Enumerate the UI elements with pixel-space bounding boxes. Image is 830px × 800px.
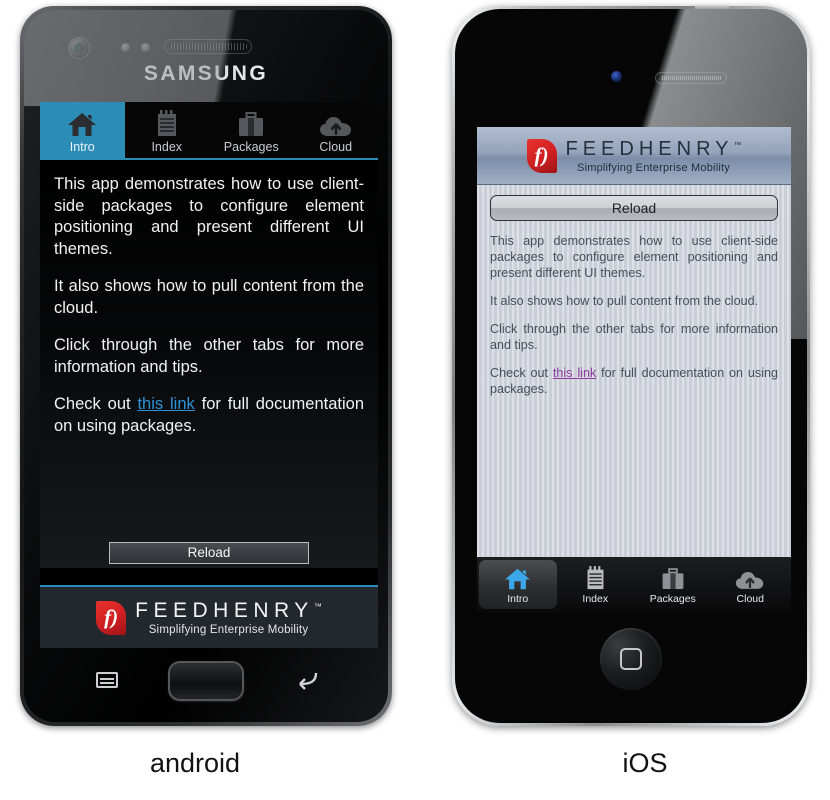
tab-index[interactable]: Index	[557, 560, 635, 609]
tab-index[interactable]: Index	[125, 102, 210, 158]
front-camera-icon	[68, 37, 90, 59]
feedhenry-wordmark: FEEDHENRY™ Simplifying Enterprise Mobili…	[566, 138, 742, 174]
reload-button[interactable]: Reload	[109, 542, 309, 564]
tab-cloud-label: Cloud	[319, 140, 353, 154]
list-icon	[584, 564, 607, 591]
list-icon	[154, 108, 180, 138]
home-icon	[67, 108, 97, 138]
android-footer: f) FEEDHENRY™ Simplifying Enterprise Mob…	[40, 587, 378, 648]
feedhenry-logo-icon: f)	[96, 600, 127, 635]
caption-android: android	[149, 748, 241, 778]
earpiece-speaker-icon	[655, 72, 727, 84]
tab-index-label: Index	[151, 140, 183, 154]
paragraph-tabs: Click through the other tabs for more in…	[490, 322, 778, 352]
front-camera-icon	[611, 71, 622, 82]
brand-name-text: FEEDHENRY	[135, 599, 314, 622]
logo-glyph: f)	[534, 143, 549, 167]
briefcase-icon	[660, 564, 686, 591]
android-content: This app demonstrates how to use client-…	[40, 160, 378, 568]
caption-ios: iOS	[622, 748, 668, 778]
reload-button[interactable]: Reload	[490, 195, 778, 221]
paragraph-cloud: It also shows how to pull content from t…	[54, 277, 364, 317]
feedhenry-logo-icon: f)	[526, 138, 557, 173]
documentation-link[interactable]: this link	[553, 366, 596, 380]
trademark-symbol: ™	[733, 139, 742, 149]
android-home-button[interactable]	[168, 661, 244, 701]
brand-name: FEEDHENRY™	[566, 138, 742, 161]
brand-tagline: Simplifying Enterprise Mobility	[148, 624, 309, 636]
ios-header: f) FEEDHENRY™ Simplifying Enterprise Mob…	[477, 127, 791, 185]
home-icon	[504, 564, 531, 591]
android-reload-row: Reload	[40, 542, 378, 564]
brand-name-text: FEEDHENRY	[565, 137, 734, 160]
tab-intro[interactable]: Intro	[40, 102, 125, 158]
tab-packages-label: Packages	[223, 140, 279, 154]
tab-intro-label: Intro	[69, 140, 95, 154]
ios-device: f) FEEDHENRY™ Simplifying Enterprise Mob…	[452, 5, 810, 726]
paragraph-tabs: Click through the other tabs for more in…	[54, 336, 364, 376]
paragraph-intro: This app demonstrates how to use client-…	[490, 234, 778, 280]
cloud-upload-icon	[735, 564, 765, 591]
tab-index-label: Index	[582, 593, 609, 605]
tab-cloud-label: Cloud	[736, 593, 764, 605]
tab-intro-label: Intro	[507, 593, 529, 605]
comparison-figure: SAMSUNG Intro Index Packages Cloud This …	[0, 0, 830, 800]
feedhenry-wordmark: FEEDHENRY™ Simplifying Enterprise Mobili…	[135, 599, 322, 636]
paragraph-cloud: It also shows how to pull content from t…	[490, 294, 759, 308]
cloud-upload-icon	[319, 108, 353, 138]
ios-content: Reload This app demonstrates how to use …	[477, 185, 791, 557]
brand-name: FEEDHENRY™	[135, 599, 322, 623]
link-text-before: Check out	[54, 395, 138, 413]
logo-glyph: f)	[104, 605, 119, 629]
brand-tagline: Simplifying Enterprise Mobility	[577, 161, 730, 174]
tab-intro[interactable]: Intro	[479, 560, 557, 609]
android-device-brand: SAMSUNG	[143, 62, 269, 85]
documentation-link[interactable]: this link	[137, 395, 194, 413]
light-sensor-icon	[141, 43, 150, 52]
home-square-icon	[620, 648, 642, 670]
briefcase-icon	[236, 108, 266, 138]
android-device: SAMSUNG Intro Index Packages Cloud This …	[20, 6, 392, 726]
tab-packages[interactable]: Packages	[209, 102, 294, 158]
paragraph-intro: This app demonstrates how to use client-…	[54, 175, 364, 258]
tab-packages[interactable]: Packages	[634, 560, 712, 609]
android-device-body: SAMSUNG Intro Index Packages Cloud This …	[24, 10, 388, 722]
paragraph-link: Check out this link for full documentati…	[490, 365, 778, 397]
paragraph-link: Check out this link for full documentati…	[54, 394, 364, 437]
android-screen: Intro Index Packages Cloud This app demo…	[40, 102, 378, 648]
ios-device-body: f) FEEDHENRY™ Simplifying Enterprise Mob…	[455, 9, 807, 723]
proximity-sensor-icon	[121, 43, 130, 52]
ios-home-button[interactable]	[600, 628, 662, 690]
ios-tab-bar: Intro Index Packages Cloud	[477, 557, 791, 612]
android-menu-key-icon[interactable]	[96, 672, 118, 688]
trademark-symbol: ™	[313, 602, 322, 611]
tab-packages-label: Packages	[649, 593, 696, 605]
ios-screen: f) FEEDHENRY™ Simplifying Enterprise Mob…	[477, 127, 791, 612]
android-back-key-icon[interactable]	[292, 670, 318, 690]
android-tab-bar: Intro Index Packages Cloud	[40, 102, 378, 160]
earpiece-speaker-icon	[164, 39, 252, 54]
tab-cloud[interactable]: Cloud	[294, 102, 379, 158]
tab-cloud[interactable]: Cloud	[712, 560, 790, 609]
link-text-before: Check out	[490, 366, 553, 380]
